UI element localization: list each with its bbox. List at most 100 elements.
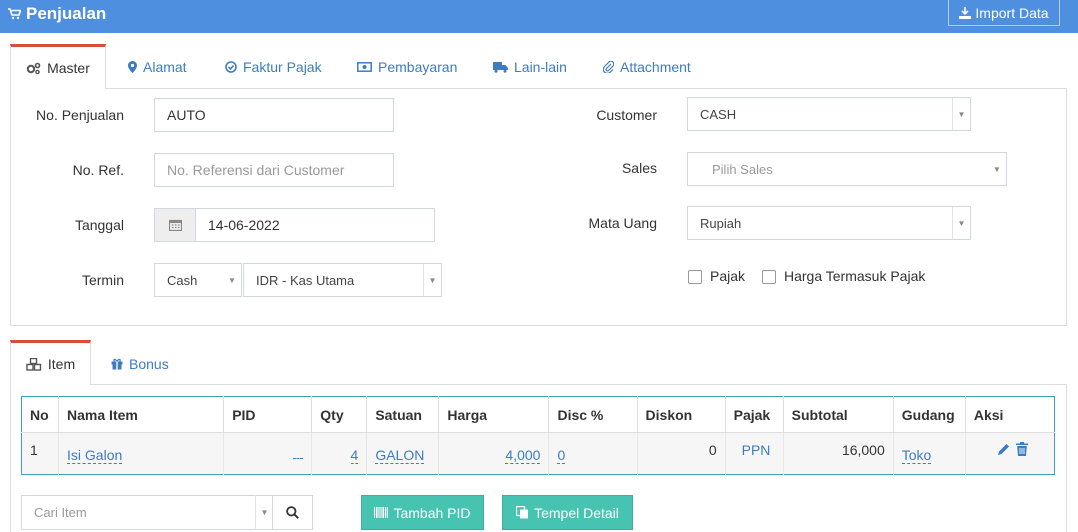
termin-value: Cash bbox=[167, 272, 198, 288]
cell-pid[interactable] bbox=[223, 432, 312, 475]
page-title: Penjualan bbox=[8, 4, 106, 24]
tab-bonus[interactable]: Bonus bbox=[111, 355, 169, 373]
trash-icon[interactable] bbox=[1016, 442, 1028, 456]
col-no: No bbox=[21, 396, 59, 433]
sales-placeholder: Pilih Sales bbox=[712, 161, 773, 177]
cell-disc[interactable]: 0 bbox=[548, 432, 638, 475]
qty-editable[interactable]: 4 bbox=[350, 447, 359, 464]
page-header: Penjualan Import Data bbox=[0, 0, 1078, 33]
search-item-placeholder: Cari Item bbox=[34, 505, 87, 520]
cell-pajak[interactable]: PPN bbox=[724, 432, 784, 475]
mata-uang-select[interactable]: Rupiah ▼ bbox=[687, 206, 971, 240]
col-pajak: Pajak bbox=[724, 396, 784, 433]
chevron-down-icon: ▼ bbox=[255, 495, 273, 530]
termin-label: Termin bbox=[81, 272, 124, 288]
chevron-down-icon: ▼ bbox=[228, 275, 236, 285]
tab-master-label: Master bbox=[47, 60, 90, 76]
pid-editable[interactable] bbox=[293, 457, 304, 459]
customer-label: Customer bbox=[596, 107, 657, 123]
customer-value: CASH bbox=[700, 106, 737, 122]
calendar-icon bbox=[168, 219, 182, 231]
termin-select[interactable]: Cash ▼ bbox=[154, 263, 242, 297]
tab-faktur-pajak[interactable]: Faktur Pajak bbox=[225, 58, 322, 76]
tab-attachment[interactable]: Attachment bbox=[603, 58, 691, 76]
cell-harga[interactable]: 4,000 bbox=[438, 432, 549, 475]
table-row: 1 Isi Galon 4 GALON 4,000 0 0 PPN 16,000… bbox=[21, 432, 1055, 475]
sales-label: Sales bbox=[621, 160, 657, 176]
termin-account-select[interactable]: IDR - Kas Utama ▼ bbox=[243, 263, 442, 297]
tab-item[interactable]: Item bbox=[10, 340, 91, 385]
no-ref-label: No. Ref. bbox=[72, 162, 124, 178]
download-icon bbox=[959, 6, 972, 19]
tempel-detail-label: Tempel Detail bbox=[534, 504, 619, 521]
cell-gudang[interactable]: Toko bbox=[892, 432, 966, 475]
col-harga: Harga bbox=[438, 396, 549, 433]
barcode-icon bbox=[374, 507, 389, 518]
no-penjualan-input[interactable]: AUTO bbox=[154, 98, 394, 132]
search-item-dropdown[interactable]: ▼ bbox=[251, 495, 273, 530]
cell-satuan[interactable]: GALON bbox=[366, 432, 439, 475]
table-header-row: No Nama Item PID Qty Satuan Harga Disc %… bbox=[21, 396, 1055, 433]
gift-icon bbox=[111, 358, 123, 370]
items-table: No Nama Item PID Qty Satuan Harga Disc %… bbox=[21, 396, 1055, 475]
tanggal-label: Tanggal bbox=[74, 217, 124, 233]
money-icon bbox=[357, 62, 372, 72]
map-marker-icon bbox=[128, 61, 137, 73]
tambah-pid-button[interactable]: Tambah PID bbox=[361, 495, 484, 530]
cogs-icon bbox=[26, 62, 41, 74]
cell-nama-item[interactable]: Isi Galon bbox=[58, 432, 224, 475]
termin-account-value: IDR - Kas Utama bbox=[256, 272, 355, 288]
harga-editable[interactable]: 4,000 bbox=[505, 447, 541, 464]
tab-master[interactable]: Master bbox=[10, 44, 106, 89]
chevron-down-icon: ▼ bbox=[993, 164, 1001, 174]
cell-diskon: 0 bbox=[636, 432, 726, 475]
chevron-down-icon: ▼ bbox=[423, 264, 441, 296]
gudang-editable[interactable]: Toko bbox=[901, 447, 932, 464]
truck-icon bbox=[493, 61, 508, 73]
tab-bonus-label: Bonus bbox=[129, 356, 169, 372]
search-button[interactable] bbox=[272, 495, 313, 530]
pajak-checkbox-label: Pajak bbox=[710, 268, 746, 284]
pajak-checkbox[interactable] bbox=[688, 270, 702, 284]
tanggal-input[interactable]: 14-06-2022 bbox=[195, 208, 435, 242]
tempel-detail-button[interactable]: Tempel Detail bbox=[502, 495, 633, 530]
nama-item-editable[interactable]: Isi Galon bbox=[67, 447, 123, 464]
cubes-icon bbox=[26, 357, 42, 371]
disc-editable[interactable]: 0 bbox=[557, 447, 566, 464]
col-aksi: Aksi bbox=[964, 396, 1055, 433]
tab-attachment-label: Attachment bbox=[620, 59, 691, 75]
tab-pembayaran[interactable]: Pembayaran bbox=[357, 58, 457, 76]
customer-select[interactable]: CASH ▼ bbox=[687, 97, 971, 131]
tab-lain-lain[interactable]: Lain-lain bbox=[493, 58, 567, 76]
no-penjualan-label: No. Penjualan bbox=[36, 107, 124, 123]
pencil-icon[interactable] bbox=[997, 443, 1010, 456]
tab-lain-lain-label: Lain-lain bbox=[514, 59, 567, 75]
paste-icon bbox=[516, 506, 529, 519]
col-qty: Qty bbox=[311, 396, 367, 433]
col-satuan: Satuan bbox=[366, 396, 439, 433]
pajak-link[interactable]: PPN bbox=[742, 442, 771, 458]
tab-alamat-label: Alamat bbox=[143, 59, 187, 75]
harga-termasuk-pajak-checkbox[interactable] bbox=[762, 270, 776, 284]
cell-no: 1 bbox=[21, 432, 59, 475]
harga-termasuk-pajak-label: Harga Termasuk Pajak bbox=[784, 268, 926, 284]
tab-item-label: Item bbox=[47, 356, 76, 372]
cart-icon bbox=[8, 8, 21, 20]
col-pid: PID bbox=[223, 396, 312, 433]
sales-select[interactable]: Pilih Sales ▼ bbox=[687, 152, 1007, 186]
tab-pembayaran-label: Pembayaran bbox=[378, 59, 458, 75]
search-item-input[interactable]: Cari Item bbox=[21, 495, 273, 530]
cell-aksi bbox=[964, 432, 1055, 475]
cell-qty[interactable]: 4 bbox=[311, 432, 367, 475]
satuan-editable[interactable]: GALON bbox=[375, 447, 425, 464]
col-gudang: Gudang bbox=[892, 396, 966, 433]
import-data-button[interactable]: Import Data bbox=[948, 0, 1060, 26]
col-nama-item: Nama Item bbox=[58, 396, 224, 433]
col-disc: Disc % bbox=[548, 396, 638, 433]
calendar-addon[interactable] bbox=[154, 208, 196, 242]
tab-faktur-pajak-label: Faktur Pajak bbox=[243, 59, 322, 75]
search-icon bbox=[286, 506, 299, 519]
no-ref-input[interactable]: No. Referensi dari Customer bbox=[154, 153, 394, 187]
page-title-text: Penjualan bbox=[26, 4, 107, 23]
tab-alamat[interactable]: Alamat bbox=[128, 58, 187, 76]
